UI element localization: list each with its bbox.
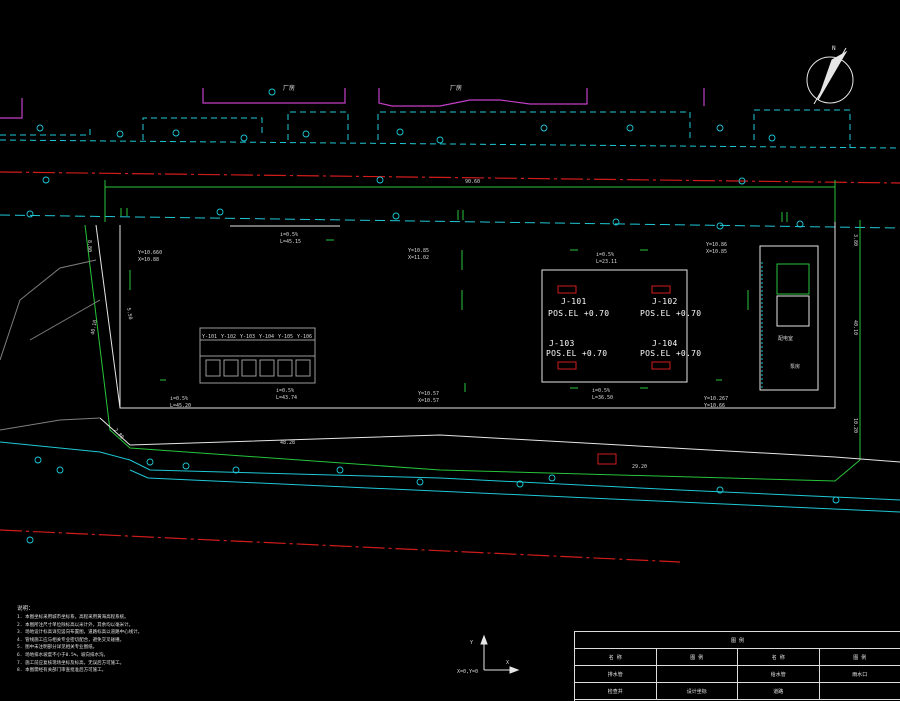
legend-cell: 检查井 [575,683,657,699]
dim-right-upper: 3.80 [852,234,858,246]
elevation-2-sub: X=11.02 [408,255,429,261]
elevation-5: Y=10.267 [704,396,728,402]
upper-road-curb [0,110,900,148]
legend-row: 检查井 设计坐标 道路 [575,683,900,700]
slope-1-sub: L=45.15 [280,239,301,245]
legend-cell: 图 例 [657,649,739,665]
elevation-5-sub: Y=10.66 [704,403,725,409]
building-outlines [0,88,704,118]
elevation-3: Y=10.57 [418,391,439,397]
axis-y-label: Y [470,640,473,646]
note-line-1: 1. 本图坐标采用城市坐标系，高程采用黄海高程系统。 [17,614,267,622]
slope-3: i=0.5% [592,388,610,394]
site-inner-outline [96,222,900,462]
legend-cell: 排水管 [575,666,657,682]
slope-4: i=0.5% [276,388,294,394]
vegetation-symbols [27,89,839,543]
legend-row: 排水管 给水管 雨水口 [575,666,900,683]
slope-2-sub: L=23.11 [596,259,617,265]
tank-label-4: Y-104 [259,334,274,340]
dim-top-overall: 90.60 [465,179,480,185]
elevation-4: Y=10.86 [706,242,727,248]
note-line-5: 5. 图中未注明部分详见相关专业图纸。 [17,644,267,652]
lower-road-edge [0,442,900,512]
dimension-labels: 90.60 40.10 40.10 48.28 29.20 3.80 10.20… [86,179,858,470]
legend-table: 图 例 名 称 图 例 名 称 图 例 排水管 给水管 雨水口 检查井 设计坐标… [574,631,900,701]
axis-symbol [481,636,518,673]
building-label-1: 厂房 [283,84,295,92]
slope-5-sub: L=45.20 [170,403,191,409]
legend-cell [820,683,900,699]
tank-labels: Y-101 Y-102 Y-103 Y-104 Y-105 Y-106 [202,334,312,340]
right-building [760,246,818,390]
elevation-2: Y=10.85 [408,248,429,254]
tank-label-6: Y-106 [297,334,312,340]
axis-x-label: X [506,660,509,666]
well-pos-2: POS.EL +0.70 [640,309,701,318]
legend-cell: 名 称 [575,649,657,665]
tank-label-1: Y-101 [202,334,217,340]
dim-left-upper: 8.80 [86,240,92,252]
note-line-8: 8. 本图需经有关部门审查批准后方可施工。 [17,667,267,675]
dim-right-side: 40.10 [852,320,858,335]
elevation-4-sub: X=10.85 [706,249,727,255]
dim-left-diag: 5.50 [125,307,133,320]
slope-5: i=0.5% [170,396,188,402]
dim-bottom-right: 29.20 [632,464,647,470]
site-boundary [85,180,860,481]
legend-cell: 名 称 [738,649,820,665]
well-pos-4: POS.EL +0.70 [640,349,701,358]
elevation-1-sub: X=10.88 [138,257,159,263]
left-slope-lines [0,260,100,430]
room-label-2: 泵房 [790,363,800,370]
tank-label-2: Y-102 [221,334,236,340]
slope-2: i=0.5% [596,252,614,258]
tank-label-5: Y-105 [278,334,293,340]
well-id-1: J-101 [561,297,587,306]
well-id-2: J-102 [652,297,678,306]
note-line-3: 3. 场地设计标高详见竖向布置图，道路标高以道路中心线计。 [17,629,267,637]
axis-origin-label: X=0,Y=0 [457,669,478,675]
north-arrow [807,48,853,104]
design-notes: 说明： 1. 本图坐标采用城市坐标系，高程采用黄海高程系统。 2. 本图所注尺寸… [17,604,267,675]
elevation-3-sub: X=10.57 [418,398,439,404]
legend-title-row: 图 例 [575,632,900,649]
road-centerlines [0,172,900,562]
well-id-3: J-103 [549,339,575,348]
note-line-6: 6. 场地排水坡度不小于0.5%，坡向排水沟。 [17,652,267,660]
cad-drawing-canvas[interactable]: 厂房 厂房 [0,0,900,700]
well-pos-1: POS.EL +0.70 [548,309,609,318]
tank-label-3: Y-103 [240,334,255,340]
building-label-2: 厂房 [450,84,462,92]
north-label: N [832,45,836,52]
slope-3-sub: L=36.50 [592,395,613,401]
well-area [542,270,687,382]
outlet-symbol [598,454,616,464]
legend-row: 名 称 图 例 名 称 图 例 [575,649,900,666]
elevation-1: Y=10.660 [138,250,162,256]
room-label-1: 配电室 [778,335,793,342]
legend-cell: 给水管 [738,666,820,682]
dim-bottom-left: 48.28 [280,440,295,446]
dim-right-lower: 10.20 [852,418,858,433]
legend-cell: 图 例 [820,649,900,665]
note-line-4: 4. 管线施工应与相关专业密切配合，避免交叉碰撞。 [17,637,267,645]
dim-left-side: 40.10 [90,319,99,335]
well-id-4: J-104 [652,339,678,348]
well-labels: J-101 POS.EL +0.70 J-102 POS.EL +0.70 J-… [546,297,701,358]
legend-cell: 道路 [738,683,820,699]
notes-title: 说明： [17,604,267,612]
legend-title: 图 例 [575,632,900,648]
legend-cell [657,666,739,682]
legend-cell: 设计坐标 [657,683,739,699]
legend-cell: 雨水口 [820,666,900,682]
slope-1: i=0.5% [280,232,298,238]
note-line-7: 7. 施工前应复核现场坐标及标高，无误后方可施工。 [17,660,267,668]
well-pos-3: POS.EL +0.70 [546,349,607,358]
elevation-labels: Y=10.660 X=10.88 Y=10.85 X=11.02 Y=10.57… [138,242,728,409]
note-line-2: 2. 本图所注尺寸单位除标高以米计外，其余均以毫米计。 [17,622,267,630]
slope-4-sub: L=43.74 [276,395,297,401]
